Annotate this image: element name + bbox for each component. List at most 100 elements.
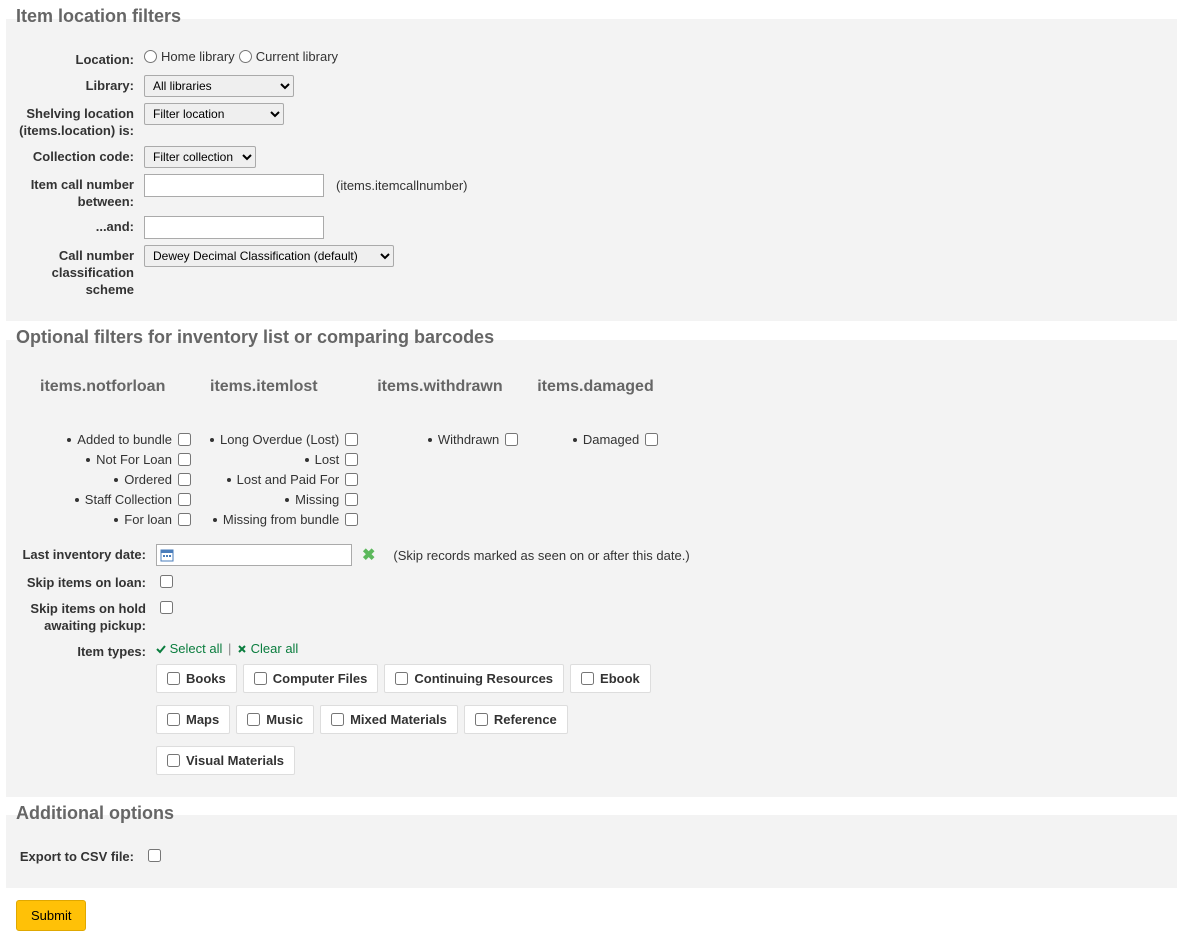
status-columns: items.notforloan Added to bundle Not For… [40,372,1167,530]
status-checkbox[interactable] [645,433,658,446]
itemtype-option[interactable]: Ebook [570,664,651,693]
collection-code-select[interactable]: Filter collection [144,146,256,168]
withdrawn-column: items.withdrawn Withdrawn [377,372,537,530]
status-label: Lost and Paid For [237,472,340,487]
status-label: Ordered [124,472,172,487]
separator: | [228,641,231,656]
status-checkbox[interactable] [505,433,518,446]
status-checkbox[interactable] [345,473,358,486]
status-label: Missing from bundle [223,512,339,527]
itemlost-column: items.itemlost Long Overdue (Lost) Lost … [210,372,377,530]
itemtype-label: Visual Materials [186,753,284,768]
itemtype-option[interactable]: Mixed Materials [320,705,458,734]
status-label: Withdrawn [438,432,499,447]
skip-on-hold-label: Skip items on hold awaiting pickup: [16,598,156,635]
export-csv-checkbox[interactable] [148,849,161,862]
status-label: Added to bundle [77,432,172,447]
status-checkbox[interactable] [178,453,191,466]
status-item: Missing from bundle [210,510,361,529]
column-header: items.itemlost [210,378,361,396]
shelving-location-select[interactable]: Filter location [144,103,284,125]
itemtype-option[interactable]: Visual Materials [156,746,295,775]
callnumber-from-input[interactable] [144,174,324,197]
itemtype-checkbox[interactable] [331,713,344,726]
status-checkbox[interactable] [178,513,191,526]
bullet-icon [67,438,71,442]
home-library-label: Home library [161,49,235,64]
itemtype-option[interactable]: Books [156,664,237,693]
itemtype-checkbox[interactable] [167,713,180,726]
bullet-icon [285,498,289,502]
column-header: items.withdrawn [377,378,521,396]
itemtype-option[interactable]: Maps [156,705,230,734]
column-header: items.damaged [537,378,661,396]
optional-filters-section: Optional filters for inventory list or c… [6,327,1177,797]
status-label: Staff Collection [85,492,172,507]
status-checkbox[interactable] [178,493,191,506]
damaged-column: items.damaged Damaged [537,372,677,530]
itemtype-checkbox[interactable] [167,672,180,685]
status-label: Lost [315,452,340,467]
callnumber-and-label: ...and: [16,216,144,236]
bullet-icon [210,438,214,442]
last-inventory-date-label: Last inventory date: [16,544,156,564]
skip-on-loan-checkbox[interactable] [160,575,173,588]
itemtype-checkbox[interactable] [254,672,267,685]
home-library-radio[interactable] [144,50,157,63]
calendar-icon [160,548,174,562]
current-library-label: Current library [256,49,338,64]
skip-on-loan-label: Skip items on loan: [16,572,156,592]
location-label: Location: [16,49,144,69]
itemtype-option[interactable]: Computer Files [243,664,379,693]
status-item: Missing [210,490,361,509]
notforloan-column: items.notforloan Added to bundle Not For… [40,372,210,530]
status-item: Added to bundle [40,430,194,449]
bullet-icon [305,458,309,462]
status-item: Damaged [537,430,661,449]
itemtype-option[interactable]: Reference [464,705,568,734]
last-inventory-date-input[interactable] [156,544,352,566]
itemtype-label: Music [266,712,303,727]
itemtype-checkbox[interactable] [395,672,408,685]
clear-date-icon[interactable]: ✖ [362,545,375,565]
classification-scheme-select[interactable]: Dewey Decimal Classification (default) [144,245,394,267]
bullet-icon [86,458,90,462]
itemtype-label: Reference [494,712,557,727]
itemtype-checkbox[interactable] [247,713,260,726]
itemtype-checkbox[interactable] [475,713,488,726]
clear-icon [237,644,247,654]
status-checkbox[interactable] [178,473,191,486]
item-type-group: Books Computer Files Continuing Resource… [156,664,1167,775]
itemtype-checkbox[interactable] [167,754,180,767]
current-library-radio-wrap[interactable]: Current library [239,49,338,64]
callnumber-to-input[interactable] [144,216,324,239]
status-checkbox[interactable] [345,513,358,526]
itemtype-checkbox[interactable] [581,672,594,685]
itemtype-option[interactable]: Continuing Resources [384,664,564,693]
check-icon [156,644,166,654]
status-checkbox[interactable] [345,493,358,506]
clear-all-link[interactable]: Clear all [237,641,298,656]
status-checkbox[interactable] [345,433,358,446]
skip-on-hold-checkbox[interactable] [160,601,173,614]
status-item: Ordered [40,470,194,489]
status-item: Long Overdue (Lost) [210,430,361,449]
collection-code-label: Collection code: [16,146,144,166]
status-label: Damaged [583,432,639,447]
bullet-icon [75,498,79,502]
library-select[interactable]: All libraries [144,75,294,97]
current-library-radio[interactable] [239,50,252,63]
column-header: items.notforloan [40,378,194,396]
submit-button[interactable]: Submit [16,900,86,931]
section-legend: Additional options [16,803,1167,828]
itemtype-option[interactable]: Music [236,705,314,734]
status-item: Withdrawn [377,430,521,449]
select-all-link[interactable]: Select all [156,641,226,656]
itemtype-label: Books [186,671,226,686]
bullet-icon [227,478,231,482]
status-checkbox[interactable] [178,433,191,446]
status-checkbox[interactable] [345,453,358,466]
status-label: Long Overdue (Lost) [220,432,339,447]
library-label: Library: [16,75,144,95]
home-library-radio-wrap[interactable]: Home library [144,49,235,64]
